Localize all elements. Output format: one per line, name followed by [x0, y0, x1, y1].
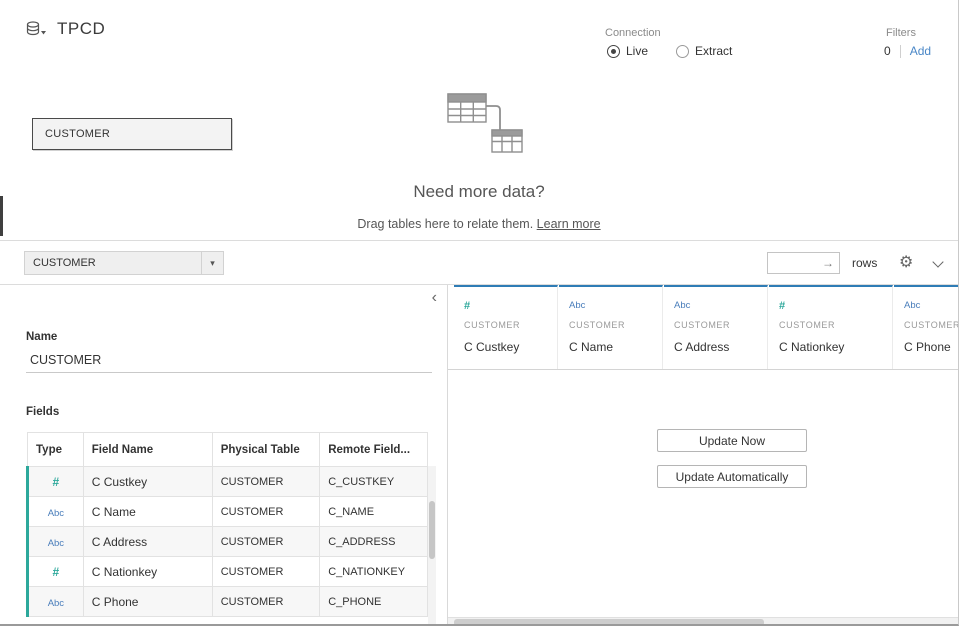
add-filter-link[interactable]: Add [910, 44, 931, 58]
radio-live-label: Live [626, 44, 648, 58]
grid-table-name: CUSTOMER [569, 320, 652, 330]
col-header-field-name[interactable]: Field Name [83, 433, 212, 467]
grid-column-c-address[interactable]: Abc CUSTOMER C Address [664, 285, 768, 369]
grid-field-name: C Custkey [464, 340, 547, 354]
name-label: Name [26, 331, 57, 343]
dimension-icon: Abc [569, 300, 652, 313]
table-select-value: CUSTOMER [25, 257, 201, 269]
table-row[interactable]: Abc C Address CUSTOMER C_ADDRESS [28, 527, 428, 557]
drag-hint-text: Drag tables here to relate them. [357, 217, 533, 231]
grid-toolbar: CUSTOMER ▾ → rows ⚙ [0, 240, 958, 285]
physical-table-cell: CUSTOMER [212, 557, 320, 587]
col-header-physical-table[interactable]: Physical Table [212, 433, 320, 467]
connection-label: Connection [605, 27, 661, 39]
field-name-cell: C Name [83, 497, 212, 527]
remote-field-cell: C_PHONE [320, 587, 428, 617]
grid-column-c-phone[interactable]: Abc CUSTOMER C Phone [894, 285, 958, 369]
physical-table-cell: CUSTOMER [212, 467, 320, 497]
data-grid-panel: # CUSTOMER C Custkey Abc CUSTOMER C Name… [448, 285, 958, 626]
dimension-icon: Abc [48, 508, 64, 519]
remote-field-cell: C_NAME [320, 497, 428, 527]
remote-field-cell: C_ADDRESS [320, 527, 428, 557]
radio-live[interactable]: Live [607, 44, 648, 58]
measure-icon: # [53, 565, 60, 579]
empty-state-title: Need more data? [0, 182, 958, 202]
connection-radio-group: Live Extract [607, 44, 732, 58]
grid-column-c-name[interactable]: Abc CUSTOMER C Name [559, 285, 663, 369]
field-name-cell: C Nationkey [83, 557, 212, 587]
radio-extract[interactable]: Extract [676, 44, 732, 58]
filters-label: Filters [886, 27, 916, 39]
collapse-panel-icon[interactable]: ‹ [432, 290, 437, 306]
lower-pane: ‹ Name CUSTOMER Fields Type Field Name P… [0, 285, 958, 626]
table-row[interactable]: # C Nationkey CUSTOMER C_NATIONKEY [28, 557, 428, 587]
measure-icon: # [464, 300, 547, 313]
page-title: TPCD [57, 19, 105, 39]
grid-field-name: C Name [569, 340, 652, 354]
metadata-panel: ‹ Name CUSTOMER Fields Type Field Name P… [0, 285, 448, 626]
rows-label: rows [852, 256, 877, 270]
physical-table-cell: CUSTOMER [212, 527, 320, 557]
grid-column-c-custkey[interactable]: # CUSTOMER C Custkey [454, 285, 558, 369]
grid-field-name: C Nationkey [779, 340, 882, 354]
grid-header-row: # CUSTOMER C Custkey Abc CUSTOMER C Name… [448, 285, 958, 370]
table-select-dropdown[interactable]: CUSTOMER ▾ [24, 251, 224, 275]
measure-icon: # [53, 475, 60, 489]
dimension-icon: Abc [674, 300, 757, 313]
update-now-button[interactable]: Update Now [657, 429, 807, 452]
divider [900, 45, 901, 58]
caret-down-icon: ▾ [201, 252, 223, 274]
connections-pane-handle[interactable] [0, 196, 3, 236]
update-automatically-button[interactable]: Update Automatically [657, 465, 807, 488]
arrow-right-icon: → [822, 256, 839, 270]
filters-count: 0 [884, 44, 891, 58]
fields-label: Fields [26, 406, 59, 418]
empty-state-subtitle: Drag tables here to relate them. Learn m… [0, 217, 958, 231]
grid-field-name: C Address [674, 340, 757, 354]
measure-icon: # [779, 300, 882, 313]
dimension-icon: Abc [904, 300, 958, 313]
rows-input-box: → [767, 252, 840, 274]
grid-table-name: CUSTOMER [779, 320, 882, 330]
table-row[interactable]: Abc C Phone CUSTOMER C_PHONE [28, 587, 428, 617]
name-value-field[interactable]: CUSTOMER [26, 348, 432, 373]
col-header-type[interactable]: Type [28, 433, 84, 467]
fields-scrollbar[interactable] [428, 466, 436, 626]
learn-more-link[interactable]: Learn more [537, 217, 601, 231]
fields-header-row: Type Field Name Physical Table Remote Fi… [28, 433, 428, 467]
dimension-icon: Abc [48, 598, 64, 609]
grid-table-name: CUSTOMER [904, 320, 958, 330]
radio-extract-label: Extract [695, 44, 732, 58]
physical-table-cell: CUSTOMER [212, 497, 320, 527]
relate-tables-illustration-icon [438, 90, 538, 161]
database-icon[interactable] [26, 21, 46, 40]
col-header-remote-field[interactable]: Remote Field... [320, 433, 428, 467]
remote-field-cell: C_NATIONKEY [320, 557, 428, 587]
field-name-cell: C Address [83, 527, 212, 557]
table-row[interactable]: Abc C Name CUSTOMER C_NAME [28, 497, 428, 527]
table-card-customer[interactable]: CUSTOMER [32, 118, 232, 150]
scrollbar-thumb[interactable] [454, 619, 764, 626]
table-card-label: CUSTOMER [45, 128, 110, 140]
scrollbar-thumb[interactable] [429, 501, 435, 559]
grid-table-name: CUSTOMER [674, 320, 757, 330]
gear-icon[interactable]: ⚙ [899, 252, 913, 271]
field-name-cell: C Phone [83, 587, 212, 617]
dimension-icon: Abc [48, 538, 64, 549]
remote-field-cell: C_CUSTKEY [320, 467, 428, 497]
radio-live-icon [607, 45, 620, 58]
chevron-down-icon[interactable] [932, 256, 943, 267]
fields-table: Type Field Name Physical Table Remote Fi… [26, 432, 428, 617]
grid-column-c-nationkey[interactable]: # CUSTOMER C Nationkey [769, 285, 893, 369]
filters-row: 0 Add [884, 44, 931, 58]
physical-table-cell: CUSTOMER [212, 587, 320, 617]
rows-input[interactable] [768, 256, 822, 270]
table-row[interactable]: # C Custkey CUSTOMER C_CUSTKEY [28, 467, 428, 497]
radio-extract-icon [676, 45, 689, 58]
grid-horizontal-scrollbar[interactable] [448, 617, 958, 626]
datasource-page: TPCD Connection Live Extract Filters 0 A… [0, 0, 959, 626]
field-name-cell: C Custkey [83, 467, 212, 497]
grid-field-name: C Phone [904, 340, 958, 354]
grid-table-name: CUSTOMER [464, 320, 547, 330]
